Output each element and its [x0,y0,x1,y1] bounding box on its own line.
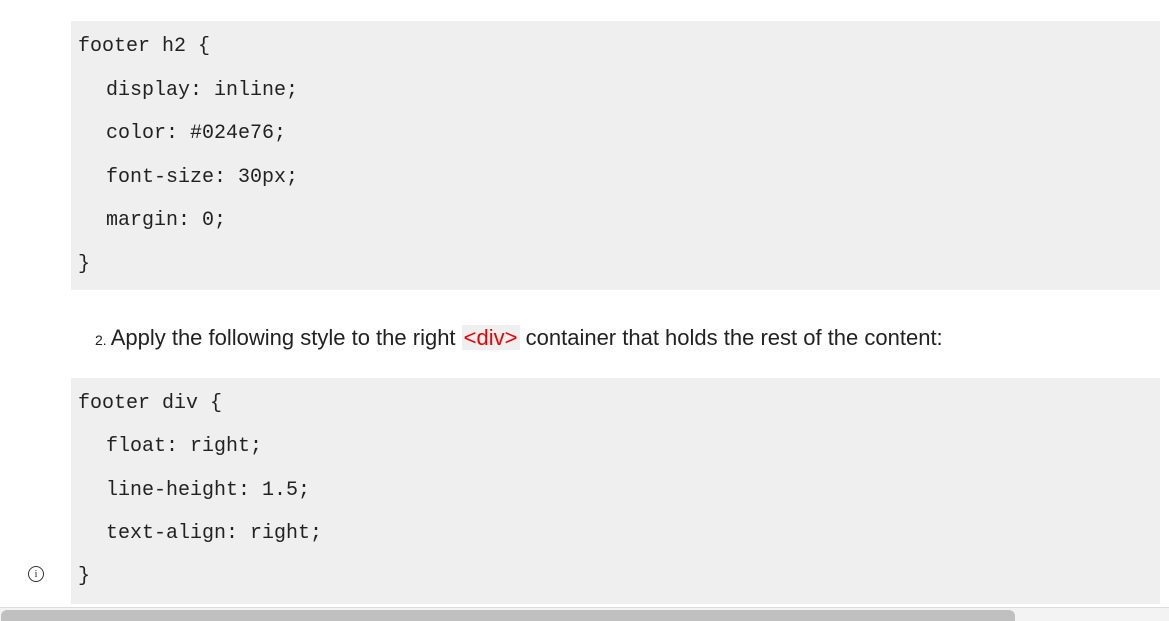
code-line: footer div { [78,392,223,415]
inline-code-div: <div> [461,325,520,350]
code-line: text-align: right; [106,522,323,545]
code-line: display: inline; [106,79,299,102]
horizontal-scrollbar[interactable] [0,607,1169,621]
info-icon[interactable]: i [28,566,44,582]
code-line: footer h2 { [78,35,211,58]
code-line: } [78,253,91,276]
code-line: color: #024e76; [106,122,287,145]
code-line: line-height: 1.5; [106,479,311,502]
code-block-footer-div: footer div { float: right; line-height: … [71,378,1160,604]
step-text: Apply the following style to the right [110,325,456,350]
code-line: } [78,565,91,588]
code-line: float: right; [106,435,263,458]
step-text-rest: container that holds the rest of the con… [525,325,943,350]
step-number: 2. [95,332,107,348]
code-block-footer-h2: footer h2 { display: inline; color: #024… [71,21,1160,290]
code-line: margin: 0; [106,209,227,232]
scrollbar-thumb[interactable] [1,610,1015,621]
code-line: font-size: 30px; [106,166,299,189]
step-2-instruction: 2. Apply the following style to the right… [95,325,943,351]
